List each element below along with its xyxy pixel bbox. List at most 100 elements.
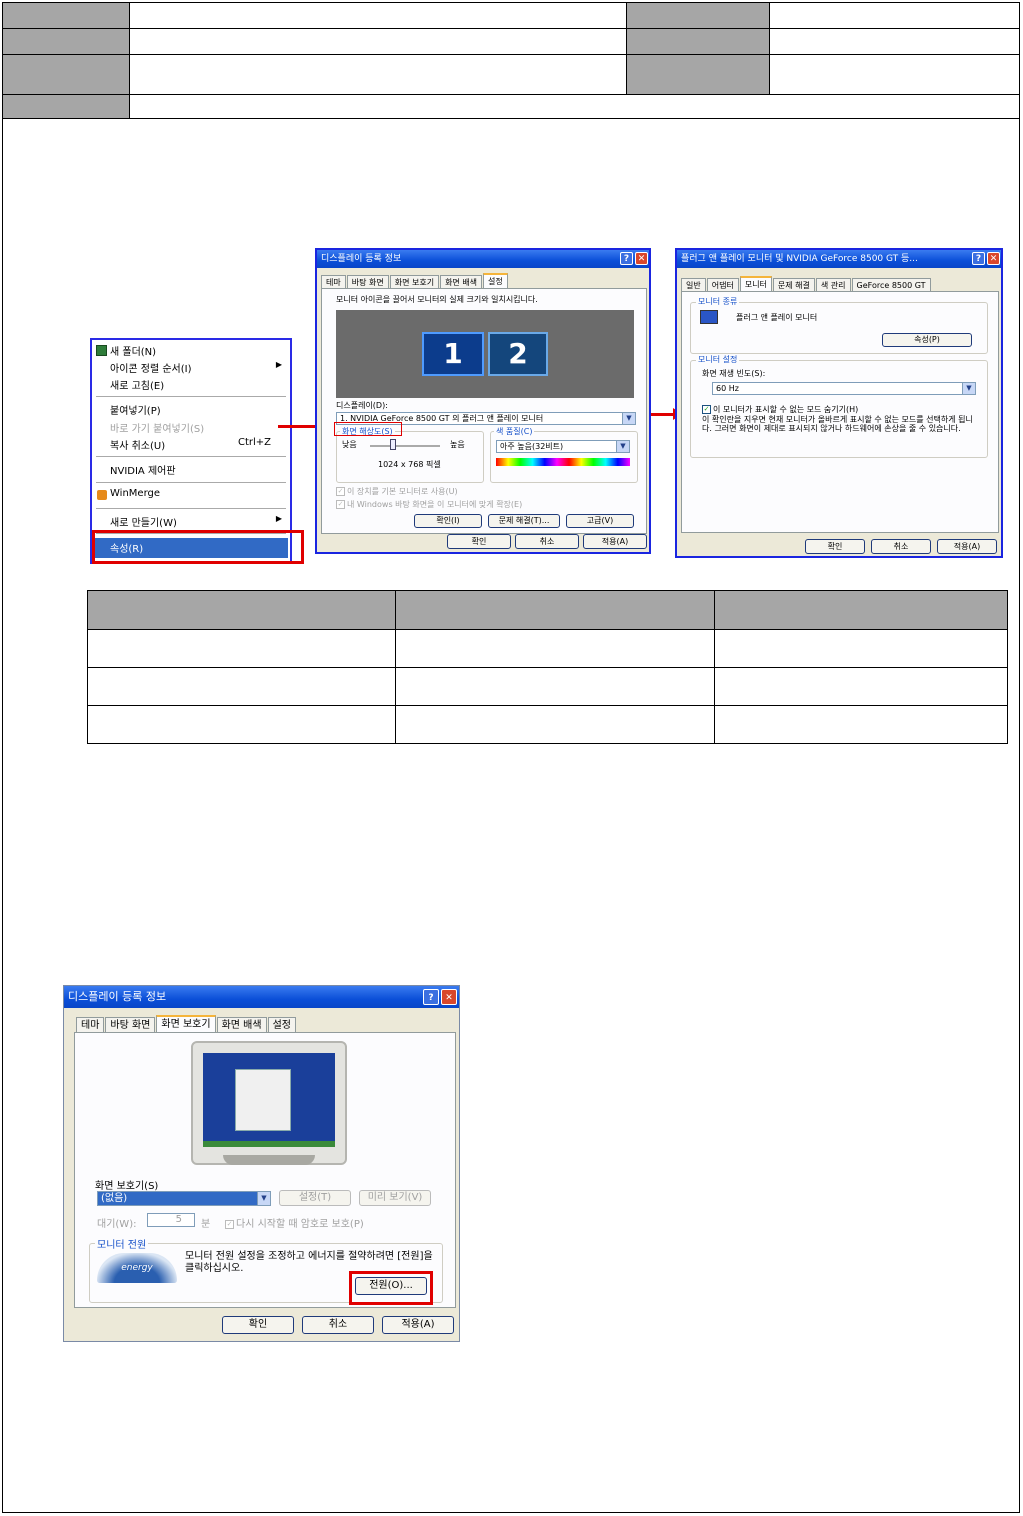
primary-monitor-label: 이 장치를 기본 모니터로 사용(U) (347, 487, 458, 496)
wait-unit: 분 (201, 1219, 211, 1230)
refresh-rate-label: 화면 재생 빈도(S): (702, 369, 766, 378)
preview-taskbar (203, 1141, 335, 1147)
ok-button[interactable]: 확인 (447, 534, 511, 549)
menu-item-paste-shortcut: 바로 가기 붙여넣기(S) (110, 424, 205, 435)
tab-appearance[interactable]: 화면 배색 (216, 1017, 267, 1033)
menu-item-undo-copy[interactable]: 복사 취소(U) (110, 437, 165, 452)
tab-theme[interactable]: 테마 (321, 275, 346, 289)
dialog-title: 플러그 앤 플레이 모니터 및 NVIDIA GeForce 8500 GT 등… (677, 250, 1001, 268)
resume-password-check[interactable]: ✓ 다시 시작할 때 암호로 보호(P) (225, 1215, 364, 1230)
wait-value: 5 (175, 1214, 182, 1225)
wait-stepper[interactable]: 5 (147, 1213, 195, 1227)
close-icon[interactable]: ✕ (441, 989, 457, 1005)
header-table (2, 2, 1020, 119)
screensaver-value: (없음) (101, 1193, 128, 1204)
tab-adapter[interactable]: 어댑터 (706, 278, 739, 292)
color-label: 색 품질(C) (494, 426, 535, 437)
settings-panel: 모니터 아이콘을 끌어서 모니터의 실제 크기와 일치시킵니다. 1 2 디스플… (321, 288, 647, 534)
hide-modes-label: 이 모니터가 표시할 수 없는 모드 숨기기(H) (713, 405, 859, 414)
help-icon[interactable]: ? (423, 989, 439, 1005)
tab-troubleshoot[interactable]: 문제 해결 (772, 278, 815, 292)
close-icon[interactable]: ✕ (987, 252, 1000, 265)
monitor-1[interactable]: 1 (422, 332, 484, 376)
menu-item-new[interactable]: 새로 만들기(W) (110, 514, 177, 529)
extend-desktop-check: ✓ 내 Windows 바탕 화면을 이 모니터에 맞게 확장(E) (336, 499, 522, 510)
tab-desktop[interactable]: 바탕 화면 (105, 1017, 156, 1033)
color-select[interactable]: 아주 높음(32비트) ▼ (496, 440, 630, 453)
submenu-arrow-icon: ▶ (275, 514, 282, 523)
menu-separator (96, 456, 286, 457)
tab-screensaver[interactable]: 화면 보호기 (156, 1015, 216, 1033)
submenu-arrow-icon: ▶ (275, 360, 282, 369)
apply-button[interactable]: 적용(A) (937, 539, 997, 554)
refresh-rate-select[interactable]: 60 Hz ▼ (712, 382, 976, 395)
menu-item-new-folder[interactable]: 새 폴더(N) (110, 343, 156, 358)
tab-desktop[interactable]: 바탕 화면 (346, 275, 389, 289)
color-value: 아주 높음(32비트) (500, 442, 564, 451)
help-icon[interactable]: ? (972, 252, 985, 265)
refresh-rate-value: 60 Hz (716, 384, 739, 393)
advanced-button[interactable]: 고급(V) (566, 514, 634, 528)
close-icon[interactable]: ✕ (635, 252, 648, 265)
apply-button[interactable]: 적용(A) (382, 1316, 454, 1334)
properties-highlight-box (92, 530, 304, 564)
menu-item-refresh[interactable]: 새로 고침(E) (110, 377, 164, 392)
energy-star-logo: energy (97, 1253, 177, 1283)
menu-item-winmerge[interactable]: WinMerge (110, 488, 160, 499)
menu-item-nvidia-control-panel[interactable]: NVIDIA 제어판 (110, 462, 176, 477)
identify-button[interactable]: 확인(I) (414, 514, 482, 528)
tab-general[interactable]: 일반 (681, 278, 706, 292)
primary-monitor-check: ✓ 이 장치를 기본 모니터로 사용(U) (336, 486, 458, 497)
tab-theme[interactable]: 테마 (76, 1017, 105, 1033)
tab-geforce[interactable]: GeForce 8500 GT (851, 278, 931, 292)
preview-button[interactable]: 미리 보기(V) (359, 1190, 431, 1206)
checkbox-icon: ✓ (336, 500, 345, 509)
ok-button[interactable]: 확인 (222, 1316, 294, 1334)
checkbox-icon: ✓ (225, 1219, 234, 1229)
tab-settings[interactable]: 설정 (483, 273, 508, 289)
instruction-text: 모니터 아이콘을 끌어서 모니터의 실제 크기와 일치시킵니다. (336, 295, 538, 304)
display-settings-dialog: 디스플레이 등록 정보 ? ✕ 테마 바탕 화면 화면 보호기 화면 배색 설정… (315, 248, 651, 554)
tab-monitor[interactable]: 모니터 (739, 276, 772, 292)
ok-button[interactable]: 확인 (805, 539, 865, 554)
properties-button[interactable]: 속성(P) (882, 333, 972, 347)
apply-button[interactable]: 적용(A) (583, 534, 647, 549)
chevron-down-icon: ▼ (616, 441, 629, 452)
tab-color-management[interactable]: 색 관리 (815, 278, 851, 292)
menu-item-arrange-icons[interactable]: 아이콘 정렬 순서(I) (110, 360, 192, 375)
warning-text: 이 확인란을 지우면 현재 모니터가 올바르게 표시할 수 없는 모드를 선택하… (702, 415, 973, 433)
monitor-2[interactable]: 2 (488, 332, 548, 376)
resolution-highlight-box (334, 422, 402, 436)
checkbox-icon: ✓ (702, 405, 711, 414)
cancel-button[interactable]: 취소 (515, 534, 579, 549)
monitor-icon (700, 310, 718, 324)
tab-appearance[interactable]: 화면 배색 (440, 275, 483, 289)
cancel-button[interactable]: 취소 (302, 1316, 374, 1334)
help-icon[interactable]: ? (620, 252, 633, 265)
tab-settings[interactable]: 설정 (267, 1017, 296, 1033)
wait-label: 대기(W): (97, 1219, 137, 1230)
data-table (87, 590, 1008, 744)
extend-desktop-label: 내 Windows 바탕 화면을 이 모니터에 맞게 확장(E) (347, 500, 523, 509)
arrow-right-icon (278, 420, 324, 432)
screensaver-panel: 화면 보호기(S) (없음) ▼ 설정(T) 미리 보기(V) 대기(W): 5 … (74, 1032, 456, 1308)
cancel-button[interactable]: 취소 (871, 539, 931, 554)
power-highlight-box (349, 1271, 433, 1305)
menu-item-paste[interactable]: 붙여넣기(P) (110, 402, 161, 417)
monitor-panel: 모니터 종류 플러그 앤 플레이 모니터 속성(P) 모니터 설정 화면 재생 … (681, 291, 999, 533)
resolution-slider-thumb[interactable] (390, 439, 396, 450)
preview-window (235, 1069, 291, 1131)
checkbox-icon: ✓ (336, 487, 345, 496)
screensaver-settings-button[interactable]: 설정(T) (279, 1190, 351, 1206)
screensaver-select[interactable]: (없음) ▼ (97, 1191, 271, 1206)
hide-modes-check[interactable]: ✓ 이 모니터가 표시할 수 없는 모드 숨기기(H) (702, 404, 858, 415)
preview-screen (203, 1053, 335, 1147)
troubleshoot-button[interactable]: 문제 해결(T)... (488, 514, 560, 528)
high-label: 높음 (450, 440, 465, 449)
shortcut-label: Ctrl+Z (238, 437, 272, 448)
menu-separator (96, 482, 286, 483)
tab-screensaver[interactable]: 화면 보호기 (389, 275, 440, 289)
resume-password-label: 다시 시작할 때 암호로 보호(P) (236, 1219, 364, 1230)
chevron-down-icon: ▼ (257, 1192, 270, 1205)
menu-separator (96, 508, 286, 509)
